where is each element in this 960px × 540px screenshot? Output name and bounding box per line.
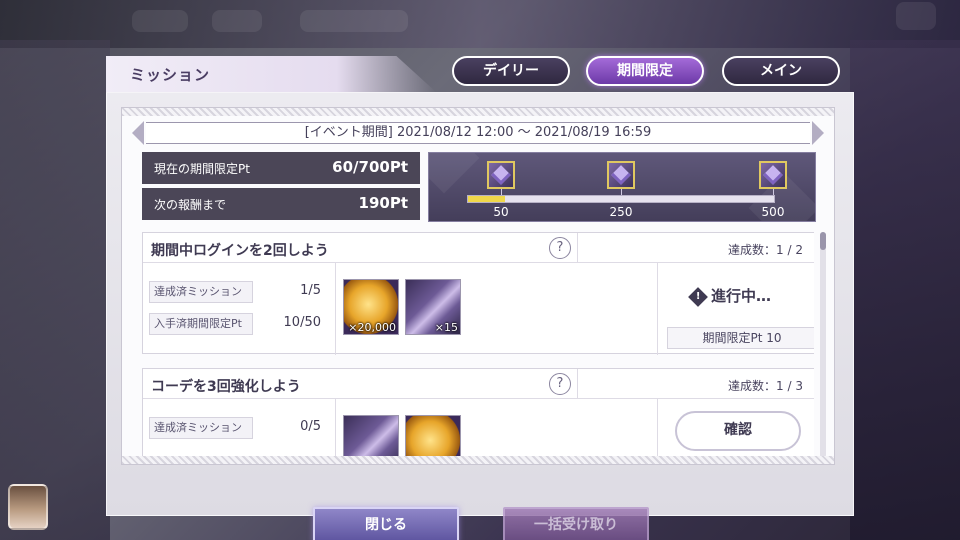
- crystal-icon: [763, 165, 783, 185]
- background-element: [132, 10, 188, 32]
- mission-header: 期間中ログインを2回しよう ? 達成数：1 / 2: [143, 233, 814, 263]
- completed-missions-value: 0/5: [300, 419, 321, 434]
- divider: [335, 263, 336, 355]
- scrollbar[interactable]: [820, 232, 826, 458]
- coin-icon[interactable]: ×20,000: [343, 279, 399, 335]
- progress-bar: [467, 195, 775, 203]
- background-right-panel: [850, 40, 960, 540]
- mission-card: コーデを3回強化しよう ? 達成数：1 / 3 達成済ミッション 0/5 確認: [142, 368, 814, 458]
- divider: [577, 233, 578, 263]
- exclamation-icon: !: [688, 286, 708, 307]
- tab-daily[interactable]: デイリー: [452, 56, 570, 86]
- tab-limited-time[interactable]: 期間限定: [586, 56, 704, 86]
- milestone-tick: [501, 189, 502, 195]
- confirm-button[interactable]: 確認: [675, 411, 801, 451]
- crystal-icon: [491, 165, 511, 185]
- current-points-row: 現在の期間限定Pt 60/700Pt: [142, 152, 420, 184]
- background-element: [300, 10, 408, 32]
- background-element: [212, 10, 262, 32]
- event-period-banner: [イベント期間] 2021/08/12 12:00 ～ 2021/08/19 1…: [132, 121, 824, 145]
- mission-title: コーデを3回強化しよう: [151, 379, 301, 395]
- mission-card: 期間中ログインを2回しよう ? 達成数：1 / 2 達成済ミッション 1/5 入…: [142, 232, 814, 355]
- milestone-label: 500: [761, 205, 785, 219]
- divider: [657, 263, 658, 355]
- avatar: [8, 484, 48, 530]
- milestone-reward-250[interactable]: [607, 161, 635, 189]
- banner-right-arrow-icon: [812, 121, 824, 145]
- divider: [657, 399, 658, 458]
- milestone-tick: [621, 189, 622, 195]
- decorative-stripes: [122, 108, 834, 116]
- ticket-icon[interactable]: ×15: [405, 279, 461, 335]
- milestone-reward-500[interactable]: [759, 161, 787, 189]
- milestone-label: 250: [609, 205, 633, 219]
- dialog-frame: [イベント期間] 2021/08/12 12:00 ～ 2021/08/19 1…: [106, 92, 854, 540]
- completed-missions-label: 達成済ミッション: [149, 281, 253, 303]
- milestone-reward-50[interactable]: [487, 161, 515, 189]
- tab-main[interactable]: メイン: [722, 56, 840, 86]
- mission-header: コーデを3回強化しよう ? 達成数：1 / 3: [143, 369, 814, 399]
- mission-status: ! 進行中…: [661, 285, 801, 307]
- next-reward-value: 190Pt: [358, 194, 408, 212]
- coin-icon[interactable]: [405, 415, 461, 458]
- milestone-tick: [773, 189, 774, 195]
- achievement-count: 達成数：1 / 2: [728, 243, 803, 257]
- next-reward-row: 次の報酬まで 190Pt: [142, 188, 420, 220]
- crystal-icon: [611, 165, 631, 185]
- scrollbar-thumb[interactable]: [820, 232, 826, 250]
- current-points-label: 現在の期間限定Pt: [154, 162, 250, 176]
- decoration: [429, 153, 480, 194]
- next-reward-label: 次の報酬まで: [154, 198, 227, 212]
- mission-status-text: 進行中…: [710, 287, 771, 305]
- achievement-count: 達成数：1 / 3: [728, 379, 803, 393]
- claim-all-button[interactable]: 一括受け取り: [503, 507, 649, 540]
- progress-bar-fill: [468, 196, 505, 202]
- ticket-icon[interactable]: [343, 415, 399, 458]
- obtained-points-label: 入手済期間限定Pt: [149, 313, 253, 335]
- event-period-text: [イベント期間] 2021/08/12 12:00 ～ 2021/08/19 1…: [304, 125, 652, 140]
- content-panel: [イベント期間] 2021/08/12 12:00 ～ 2021/08/19 1…: [121, 107, 835, 465]
- background-element: [896, 2, 936, 30]
- current-points-value: 60/700Pt: [332, 158, 408, 176]
- mission-list[interactable]: 期間中ログインを2回しよう ? 達成数：1 / 2 達成済ミッション 1/5 入…: [136, 232, 814, 458]
- completed-missions-value: 1/5: [300, 283, 321, 298]
- decorative-stripes: [122, 456, 834, 464]
- divider: [577, 369, 578, 399]
- divider: [335, 399, 336, 458]
- dialog-title: ミッション: [130, 66, 211, 84]
- background-left-panel: [0, 40, 110, 540]
- mission-reward-points: 期間限定Pt 10: [667, 327, 814, 349]
- help-icon[interactable]: ?: [549, 237, 571, 259]
- milestone-label: 50: [493, 205, 509, 219]
- banner-left-arrow-icon: [132, 121, 144, 145]
- completed-missions-label: 達成済ミッション: [149, 417, 253, 439]
- mission-title: 期間中ログインを2回しよう: [151, 243, 329, 259]
- title-bar: ミッション: [106, 56, 436, 92]
- reward-quantity: ×20,000: [348, 321, 396, 334]
- close-button[interactable]: 閉じる: [313, 507, 459, 540]
- help-icon[interactable]: ?: [549, 373, 571, 395]
- reward-progress-panel: 50 250 500: [428, 152, 816, 222]
- reward-quantity: ×15: [434, 321, 458, 334]
- mission-dialog: ミッション デイリー 期間限定 メイン [イベント期間] 2021/08/12 …: [106, 56, 854, 540]
- obtained-points-value: 10/50: [283, 315, 321, 330]
